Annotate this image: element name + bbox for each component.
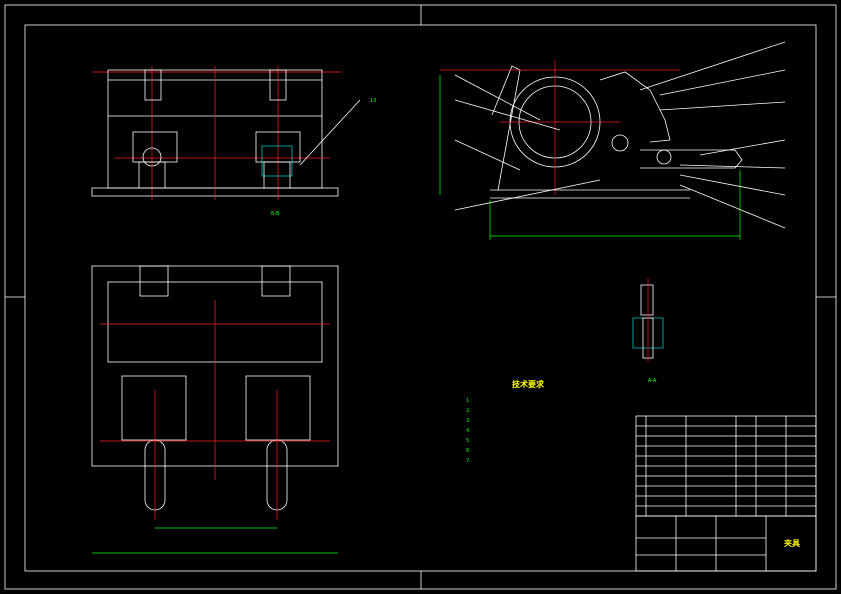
note-line: 3. (466, 418, 471, 424)
section-detail: A-A (632, 278, 664, 384)
svg-text:13: 13 (370, 98, 376, 104)
note-line: 5. (466, 438, 471, 444)
sheet-border (4, 4, 837, 590)
cad-drawing-canvas[interactable]: 13 B-B A-A 技术要求 1. 2. 3. 4. 5. 6. 7. 夹具 (0, 0, 841, 594)
technical-notes: 技术要求 1. 2. 3. 4. 5. 6. 7. (466, 379, 545, 464)
top-view (91, 265, 339, 554)
front-view: 13 B-B (91, 66, 376, 217)
drawing-title: 夹具 (784, 538, 800, 548)
note-line: 7. (466, 458, 471, 464)
svg-text:A-A: A-A (648, 378, 657, 384)
notes-title: 技术要求 (512, 379, 545, 389)
title-block: 夹具 (635, 515, 817, 572)
side-view (439, 41, 786, 240)
parts-list (635, 415, 817, 517)
note-line: 2. (466, 408, 471, 414)
svg-text:B-B: B-B (271, 211, 280, 217)
note-line: 6. (466, 448, 471, 454)
note-line: 4. (466, 428, 471, 434)
note-line: 1. (466, 398, 471, 404)
